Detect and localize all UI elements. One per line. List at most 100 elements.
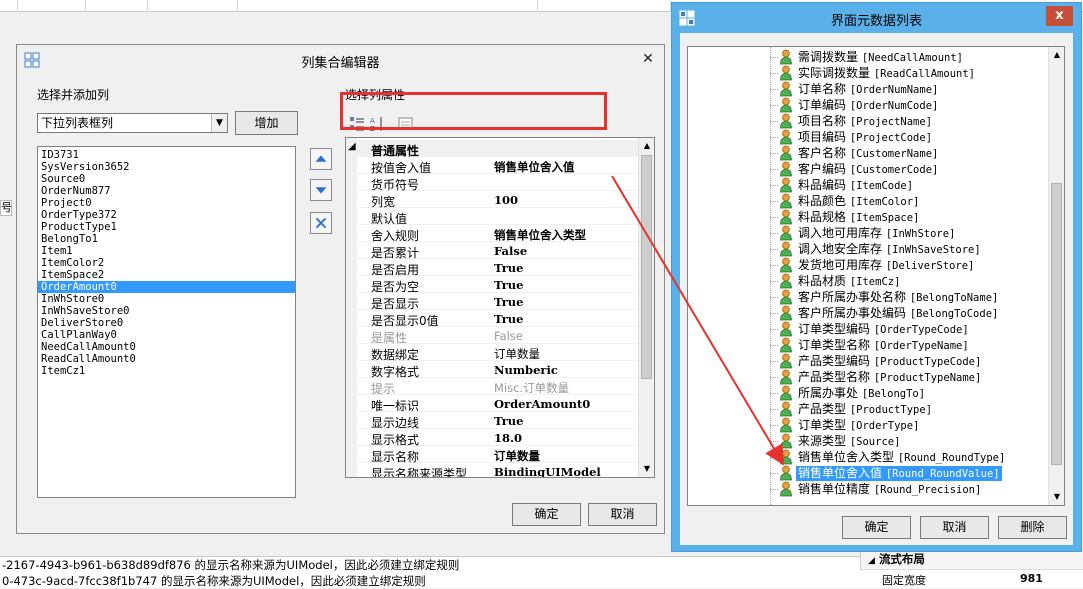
column-list-item[interactable]: ID3731 (38, 149, 295, 161)
property-value[interactable]: 18.0 (494, 431, 522, 445)
metadata-titlebar[interactable]: 界面元数据列表 x (672, 3, 1081, 33)
scroll-thumb[interactable] (641, 155, 652, 379)
column-list-item[interactable]: BelongTo1 (38, 233, 295, 245)
user-field-icon (780, 81, 792, 97)
column-list-item[interactable]: Item1 (38, 245, 295, 257)
column-list-item[interactable]: ItemSpace2 (38, 269, 295, 281)
property-value[interactable]: True (494, 278, 523, 292)
column-list-item[interactable]: OrderType372 (38, 209, 295, 221)
move-down-button[interactable] (310, 179, 332, 201)
tree-node-label: 销售单位舍入类型 [Round_RoundType] (796, 450, 1007, 465)
metadata-cancel-button[interactable]: 取消 (920, 516, 989, 539)
column-list-item[interactable]: OrderAmount0 (38, 281, 295, 293)
property-value[interactable]: Misc.订单数量 (494, 380, 569, 396)
property-value[interactable]: OrderAmount0 (494, 397, 590, 411)
column-list-item[interactable]: SysVersion3652 (38, 161, 295, 173)
property-row[interactable]: 舍入规则 销售单位舍入类型 (357, 225, 640, 243)
property-value[interactable]: 订单数量 (494, 346, 540, 362)
close-icon[interactable]: ✕ (640, 51, 656, 67)
metadata-delete-button[interactable]: 删除 (998, 516, 1067, 539)
property-row[interactable]: 默认值 (357, 208, 640, 226)
tree-node-field: [InWhStore] (885, 228, 956, 240)
property-value[interactable]: 订单数量 (494, 448, 540, 464)
column-list-item[interactable]: NeedCallAmount0 (38, 341, 295, 353)
delete-column-button[interactable] (310, 212, 332, 234)
property-row[interactable]: 货币符号 (357, 174, 640, 192)
close-icon[interactable]: x (1046, 6, 1073, 26)
editor-cancel-button[interactable]: 取消 (588, 503, 657, 526)
column-list-item[interactable]: Source0 (38, 173, 295, 185)
property-value[interactable]: Numberic (494, 363, 558, 377)
metadata-tree[interactable]: 需调拨数量 [NeedCallAmount] 实际调拨数量 [ReadCallAm… (687, 46, 1065, 506)
column-list-item[interactable]: Project0 (38, 197, 295, 209)
property-grid-gutter (346, 138, 357, 477)
scroll-down-icon[interactable]: ▼ (1049, 489, 1064, 505)
property-row[interactable]: 显示边线 True (357, 412, 640, 430)
property-row[interactable]: 是否为空 True (357, 276, 640, 294)
scroll-up-icon[interactable]: ▲ (639, 138, 654, 154)
property-value[interactable]: 100 (494, 193, 518, 207)
add-column-button[interactable]: 增加 (235, 111, 298, 135)
editor-titlebar[interactable]: 列集合编辑器 ✕ (17, 45, 664, 75)
property-row[interactable]: 按值舍入值 销售单位舍入值 (357, 157, 640, 175)
column-list-item[interactable]: CallPlanWay0 (38, 329, 295, 341)
property-value[interactable]: False (494, 244, 527, 258)
column-list-item[interactable]: ItemColor2 (38, 257, 295, 269)
property-grid[interactable]: ◢ 普通属性 按值舍入值 销售单位舍入值 货币符号 列宽 100 默认值 舍入规则 销售单位舍… (345, 137, 655, 478)
property-row[interactable]: 是否启用 True (357, 259, 640, 277)
property-value[interactable]: True (494, 261, 523, 275)
property-row[interactable]: 显示格式 18.0 (357, 429, 640, 447)
property-row[interactable]: 是属性 False (357, 327, 640, 345)
column-list-item[interactable]: ProductType1 (38, 221, 295, 233)
property-value[interactable]: BindingUIModel (494, 465, 601, 477)
column-list-item[interactable]: ItemCz1 (38, 365, 295, 377)
bg-cell (18, 0, 86, 12)
column-list-item[interactable]: DeliverStore0 (38, 317, 295, 329)
editor-ok-button[interactable]: 确定 (512, 503, 581, 526)
tree-node-field: [OrderTypeCode] (873, 324, 969, 336)
tree-node-label: 销售单位舍入值 [Round_RoundValue] (796, 466, 1002, 481)
user-field-icon (780, 433, 792, 449)
column-list-item[interactable]: InWhSaveStore0 (38, 305, 295, 317)
property-row[interactable]: 显示名称 订单数量 (357, 446, 640, 464)
tree-branch-line (770, 121, 778, 122)
tree-node-label: 订单类型 [OrderType] (796, 418, 921, 433)
property-row[interactable]: 唯一标识 OrderAmount0 (357, 395, 640, 413)
property-value[interactable]: 销售单位舍入值 (494, 159, 575, 175)
property-row[interactable]: 数字格式 Numberic (357, 361, 640, 379)
column-list-item[interactable]: OrderNum877 (38, 185, 295, 197)
property-value[interactable]: True (494, 414, 523, 428)
property-row[interactable]: 是否累计 False (357, 242, 640, 260)
tree-node-name: 订单名称 (798, 82, 847, 96)
property-value[interactable]: True (494, 295, 523, 309)
property-value[interactable]: True (494, 312, 523, 326)
flow-layout-header[interactable]: ◢ 流式布局 (868, 551, 925, 567)
column-list-item[interactable]: ReadCallAmount0 (38, 353, 295, 365)
dropdown-arrow-icon[interactable]: ▼ (211, 114, 227, 132)
column-type-select[interactable]: 下拉列表框列 ▼ (37, 113, 228, 133)
column-list[interactable]: ID3731 SysVersion3652 Source0 OrderNum877 Pr… (37, 146, 296, 498)
scroll-down-icon[interactable]: ▼ (639, 461, 654, 477)
property-value[interactable]: 销售单位舍入类型 (494, 227, 586, 243)
property-row[interactable]: 提示 Misc.订单数量 (357, 378, 640, 396)
fixed-width-row[interactable]: 固定宽度 981 (860, 569, 1083, 588)
property-row[interactable]: 数据绑定 订单数量 (357, 344, 640, 362)
move-up-button[interactable] (310, 148, 332, 170)
category-general[interactable]: ◢ 普通属性 (348, 140, 640, 158)
user-field-icon (780, 241, 792, 257)
property-value[interactable]: False (494, 329, 523, 343)
collapse-icon[interactable]: ◢ (348, 141, 356, 152)
property-row[interactable]: 是否显示0值 True (357, 310, 640, 328)
property-grid-scrollbar[interactable]: ▲ ▼ (638, 138, 654, 477)
user-field-icon (780, 417, 792, 433)
user-field-icon (780, 401, 792, 417)
metadata-ok-button[interactable]: 确定 (842, 516, 911, 539)
scroll-thumb[interactable] (1051, 183, 1062, 465)
column-list-item[interactable]: InWhStore0 (38, 293, 295, 305)
property-row[interactable]: 显示名称来源类型 BindingUIModel (357, 463, 640, 477)
property-row[interactable]: 列宽 100 (357, 191, 640, 209)
metadata-tree-scrollbar[interactable]: ▲ ▼ (1048, 47, 1064, 505)
tree-node-field: [InWhSaveStore] (885, 244, 981, 256)
scroll-up-icon[interactable]: ▲ (1049, 47, 1064, 63)
property-row[interactable]: 是否显示 True (357, 293, 640, 311)
